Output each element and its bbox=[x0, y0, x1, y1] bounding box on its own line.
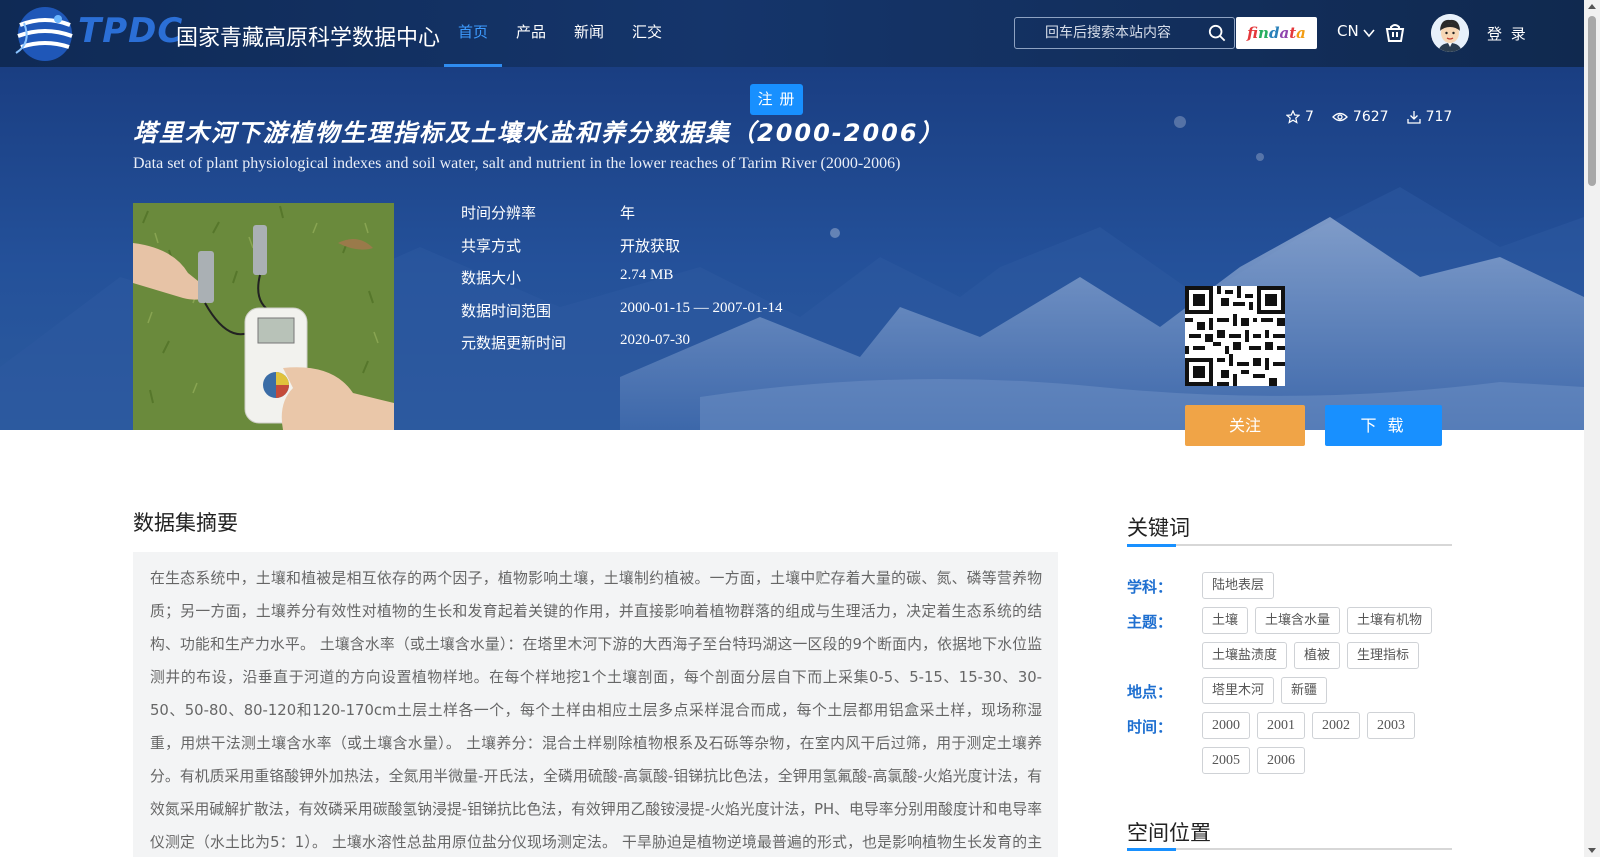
keyword-group-time: 时间： 2000 2001 2002 2003 2005 2006 bbox=[1127, 712, 1457, 782]
abstract-heading: 数据集摘要 bbox=[133, 511, 238, 535]
keyword-label: 地点： bbox=[1127, 683, 1173, 701]
download-icon bbox=[1406, 111, 1421, 124]
main-nav: 首页 产品 新闻 汇交 bbox=[444, 0, 676, 67]
top-navigation-bar: TPDC 国家青藏高原科学数据中心 首页 产品 新闻 汇交 findata fi… bbox=[0, 0, 1584, 67]
meta-row: 时间分辨率 年 bbox=[461, 202, 782, 235]
stars-stat[interactable]: 7 bbox=[1286, 109, 1314, 125]
download-button[interactable]: 下 载 bbox=[1325, 405, 1442, 446]
scroll-down-arrow-icon[interactable] bbox=[1588, 848, 1596, 853]
dataset-title-cn: 塔里木河下游植物生理指标及土壤水盐和养分数据集（2000-2006） bbox=[133, 119, 945, 147]
keyword-tag[interactable]: 2005 bbox=[1202, 747, 1250, 774]
search-input[interactable] bbox=[1015, 18, 1205, 48]
keywords-heading: 关键词 bbox=[1127, 516, 1190, 540]
keyword-group-place: 地点： 塔里木河 新疆 bbox=[1127, 677, 1457, 712]
keyword-tag[interactable]: 植被 bbox=[1294, 642, 1341, 669]
star-icon bbox=[1286, 110, 1300, 124]
site-logo[interactable]: TPDC 国家青藏高原科学数据中心 bbox=[14, 3, 440, 65]
keyword-tag[interactable]: 2002 bbox=[1312, 712, 1360, 739]
nav-news[interactable]: 新闻 bbox=[560, 0, 618, 67]
follow-button[interactable]: 关注 bbox=[1185, 405, 1305, 446]
keyword-tag[interactable]: 新疆 bbox=[1281, 677, 1328, 704]
meta-value-size: 2.74 MB bbox=[620, 267, 674, 283]
keyword-tag[interactable]: 2000 bbox=[1202, 712, 1250, 739]
keyword-tag[interactable]: 塔里木河 bbox=[1202, 677, 1275, 704]
location-divider bbox=[1127, 848, 1452, 851]
keyword-label: 时间： bbox=[1127, 718, 1173, 736]
meta-label-updated: 元数据更新时间 bbox=[461, 334, 567, 352]
stars-count: 7 bbox=[1305, 109, 1314, 125]
register-button[interactable]: 注 册 bbox=[750, 84, 803, 115]
nav-submit[interactable]: 汇交 bbox=[618, 0, 676, 67]
search-icon[interactable] bbox=[1208, 24, 1226, 42]
keyword-label: 主题： bbox=[1127, 613, 1173, 631]
keyword-tag[interactable]: 陆地表层 bbox=[1202, 572, 1275, 599]
scroll-up-arrow-icon[interactable] bbox=[1588, 4, 1596, 9]
globe-logo-icon bbox=[15, 7, 73, 61]
keyword-tag[interactable]: 土壤盐渍度 bbox=[1202, 642, 1288, 669]
location-heading: 空间位置 bbox=[1127, 821, 1211, 845]
scroll-thumb[interactable] bbox=[1588, 16, 1596, 186]
keyword-tag[interactable]: 生理指标 bbox=[1347, 642, 1420, 669]
abstract-box: 在生态系统中，土壤和植被是相互依存的两个因子，植物影响土壤，土壤制约植被。一方面… bbox=[133, 552, 1058, 857]
findata-link[interactable]: findata findata bbox=[1236, 17, 1317, 49]
keyword-group-discipline: 学科： 陆地表层 bbox=[1127, 572, 1457, 607]
abstract-text: 在生态系统中，土壤和植被是相互依存的两个因子，植物影响土壤，土壤制约植被。一方面… bbox=[150, 570, 1042, 851]
meta-row: 共享方式 开放获取 bbox=[461, 235, 782, 268]
keyword-tag[interactable]: 2006 bbox=[1257, 747, 1305, 774]
meta-label-time-range: 数据时间范围 bbox=[461, 301, 552, 320]
dataset-metadata: 时间分辨率 年 共享方式 开放获取 数据大小 2.74 MB 数据时间范围 20… bbox=[461, 202, 782, 365]
nav-products[interactable]: 产品 bbox=[502, 0, 560, 67]
meta-value-time-resolution: 年 bbox=[620, 206, 636, 222]
downloads-count: 717 bbox=[1425, 109, 1453, 125]
eye-icon bbox=[1332, 112, 1348, 122]
keyword-tag[interactable]: 土壤含水量 bbox=[1255, 607, 1341, 634]
meta-label-sharing: 共享方式 bbox=[461, 236, 522, 255]
login-link[interactable]: 登 录 bbox=[1487, 23, 1528, 44]
site-name: 国家青藏高原科学数据中心 bbox=[176, 26, 441, 51]
page-scrollbar[interactable] bbox=[1584, 0, 1600, 857]
meta-value-updated: 2020-07-30 bbox=[620, 332, 690, 348]
keywords-divider bbox=[1127, 544, 1452, 547]
chevron-down-icon bbox=[1363, 29, 1376, 38]
meta-row: 数据大小 2.74 MB bbox=[461, 267, 782, 300]
downloads-stat: 717 bbox=[1406, 109, 1453, 125]
dataset-title-en: Data set of plant physiological indexes … bbox=[133, 155, 901, 172]
cart-icon[interactable] bbox=[1384, 22, 1406, 44]
keyword-label: 学科： bbox=[1127, 578, 1173, 596]
meta-value-sharing: 开放获取 bbox=[620, 238, 681, 255]
meta-label-size: 数据大小 bbox=[461, 269, 522, 287]
meta-row: 元数据更新时间 2020-07-30 bbox=[461, 332, 782, 365]
logo-tpdc-text: TPDC bbox=[78, 11, 184, 51]
meta-row: 数据时间范围 2000-01-15 — 2007-01-14 bbox=[461, 300, 782, 333]
avatar[interactable] bbox=[1431, 14, 1469, 52]
nav-home[interactable]: 首页 bbox=[444, 0, 503, 67]
views-stat: 7627 bbox=[1332, 109, 1389, 125]
language-label: CN bbox=[1337, 22, 1359, 40]
language-switch[interactable]: CN bbox=[1337, 22, 1376, 40]
keyword-group-theme: 主题： 土壤 土壤含水量 土壤有机物 土壤盐渍度 植被 生理指标 bbox=[1127, 607, 1457, 677]
meta-label-time-resolution: 时间分辨率 bbox=[461, 204, 537, 222]
dataset-hero-banner: 注 册 塔里木河下游植物生理指标及土壤水盐和养分数据集（2000-2006） D… bbox=[0, 67, 1584, 430]
meta-value-time-range: 2000-01-15 — 2007-01-14 bbox=[620, 299, 783, 316]
user-avatar-icon bbox=[1431, 14, 1469, 52]
qr-code-icon bbox=[1185, 286, 1285, 386]
keyword-tag[interactable]: 2001 bbox=[1257, 712, 1305, 739]
search-box bbox=[1014, 17, 1235, 49]
keyword-tag[interactable]: 土壤 bbox=[1202, 607, 1249, 634]
views-count: 7627 bbox=[1352, 109, 1389, 125]
keyword-tag[interactable]: 2003 bbox=[1367, 712, 1415, 739]
keyword-tag[interactable]: 土壤有机物 bbox=[1347, 607, 1433, 634]
dataset-stats: 7 7627 717 bbox=[1286, 109, 1470, 125]
dataset-thumbnail-image bbox=[133, 203, 394, 430]
